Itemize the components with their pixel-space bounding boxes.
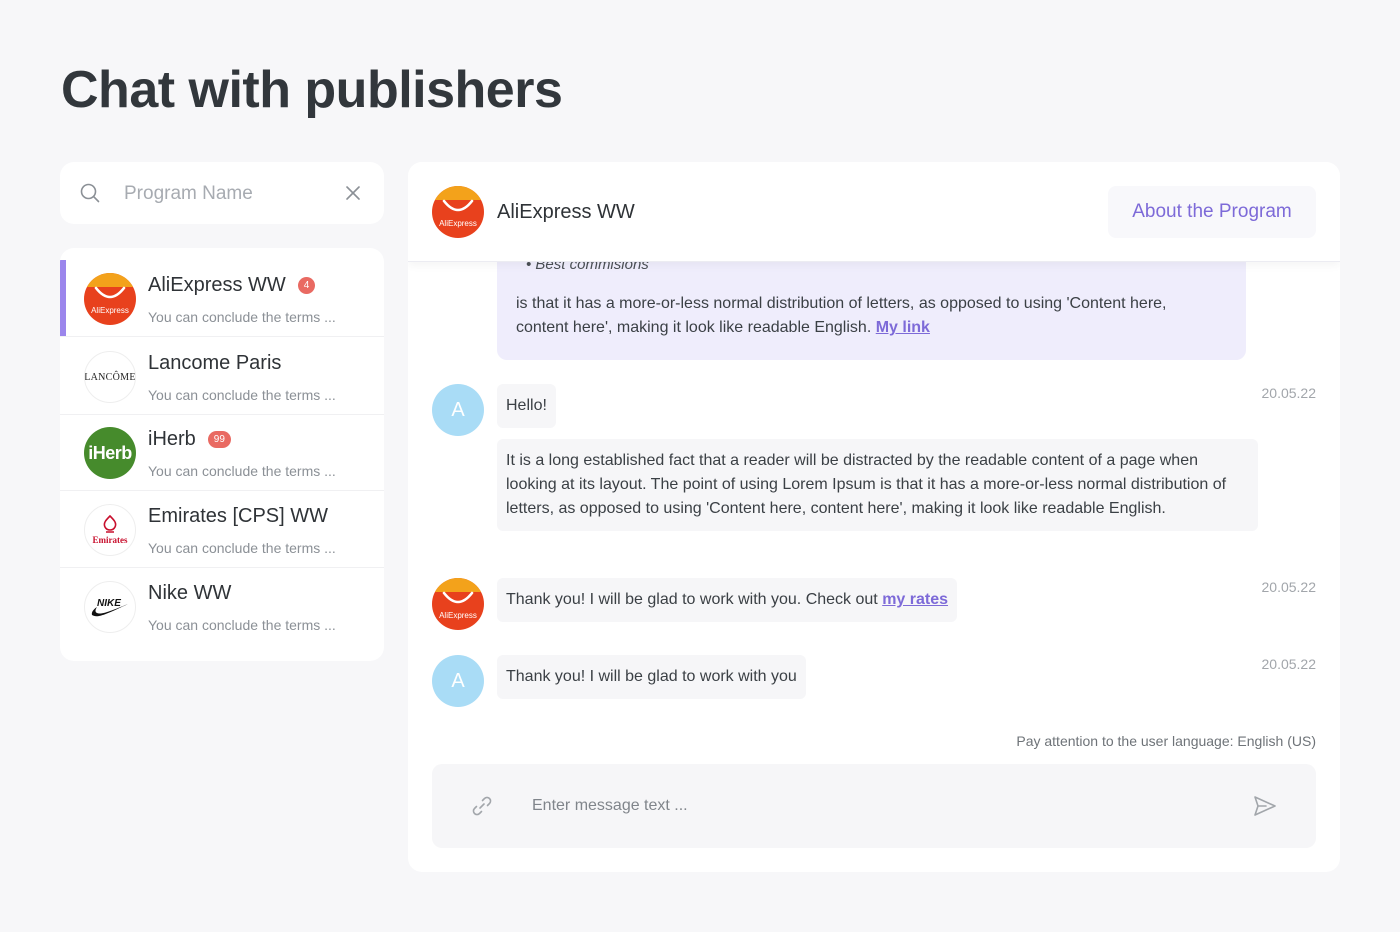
message-composer bbox=[432, 764, 1316, 848]
program-item-nike[interactable]: NIKE Nike WW You can conclude the terms … bbox=[60, 568, 384, 645]
close-icon[interactable] bbox=[344, 184, 362, 202]
emirates-logo: Emirates bbox=[84, 504, 136, 556]
program-name: Nike WW bbox=[148, 582, 232, 604]
chat-header: AliExpress AliExpress WW About the Progr… bbox=[408, 162, 1340, 262]
aliexpress-logo: AliExpress bbox=[432, 186, 484, 238]
highlight-body: is that it has a more-or-less normal dis… bbox=[516, 295, 1167, 336]
program-name: iHerb bbox=[148, 428, 196, 450]
message-timestamp: 20.05.22 bbox=[1261, 656, 1317, 672]
my-link[interactable]: My link bbox=[876, 319, 930, 336]
search-input[interactable] bbox=[124, 180, 334, 208]
message-input[interactable] bbox=[532, 792, 1212, 820]
message-timestamp: 20.05.22 bbox=[1261, 579, 1317, 595]
avatar: A bbox=[432, 384, 484, 436]
link-attach-icon[interactable] bbox=[470, 794, 494, 818]
program-item-emirates[interactable]: Emirates Emirates [CPS] WW You can concl… bbox=[60, 491, 384, 568]
program-preview: You can conclude the terms ... bbox=[148, 463, 336, 479]
my-rates-link[interactable]: my rates bbox=[882, 591, 948, 608]
page-title: Chat with publishers bbox=[61, 61, 563, 119]
unread-badge: 4 bbox=[297, 277, 316, 294]
program-item-aliexpress[interactable]: AliExpress AliExpress WW 4 You can concl… bbox=[60, 260, 384, 337]
unread-badge: 99 bbox=[207, 431, 231, 448]
message-bubble: Thank you! I will be glad to work with y… bbox=[497, 578, 958, 622]
about-program-button[interactable]: About the Program bbox=[1108, 186, 1316, 238]
svg-text:NIKE: NIKE bbox=[97, 598, 121, 609]
program-name: AliExpress WW bbox=[148, 274, 286, 296]
program-name: Lancome Paris bbox=[148, 352, 282, 374]
language-note: Pay attention to the user language: Engl… bbox=[1016, 733, 1316, 749]
search-box bbox=[60, 162, 384, 224]
aliexpress-logo: AliExpress bbox=[432, 578, 484, 630]
highlight-message: • Best commisions is that it has a more-… bbox=[497, 252, 1246, 360]
chat-panel: AliExpress AliExpress WW About the Progr… bbox=[408, 162, 1340, 872]
search-icon bbox=[80, 183, 100, 203]
nike-logo: NIKE bbox=[84, 581, 136, 633]
message-bubble: Hello! bbox=[497, 384, 556, 428]
program-preview: You can conclude the terms ... bbox=[148, 387, 336, 403]
program-name: Emirates [CPS] WW bbox=[148, 505, 329, 527]
iherb-logo: iHerb bbox=[84, 427, 136, 479]
message-bubble: Thank you! I will be glad to work with y… bbox=[497, 655, 806, 699]
chat-title: AliExpress WW bbox=[497, 201, 635, 223]
message-list: • Best commisions is that it has a more-… bbox=[408, 252, 1340, 742]
aliexpress-logo: AliExpress bbox=[84, 273, 136, 325]
message-timestamp: 20.05.22 bbox=[1261, 385, 1317, 401]
program-preview: You can conclude the terms ... bbox=[148, 617, 336, 633]
program-item-iherb[interactable]: iHerb iHerb 99 You can conclude the term… bbox=[60, 414, 384, 491]
program-item-lancome[interactable]: LANCÔME Lancome Paris You can conclude t… bbox=[60, 338, 384, 415]
program-list: AliExpress AliExpress WW 4 You can concl… bbox=[60, 248, 384, 661]
avatar: A bbox=[432, 655, 484, 707]
send-icon[interactable] bbox=[1252, 793, 1278, 819]
message-bubble: It is a long established fact that a rea… bbox=[497, 439, 1258, 531]
program-preview: You can conclude the terms ... bbox=[148, 309, 336, 325]
lancome-logo: LANCÔME bbox=[84, 351, 136, 403]
program-preview: You can conclude the terms ... bbox=[148, 540, 336, 556]
